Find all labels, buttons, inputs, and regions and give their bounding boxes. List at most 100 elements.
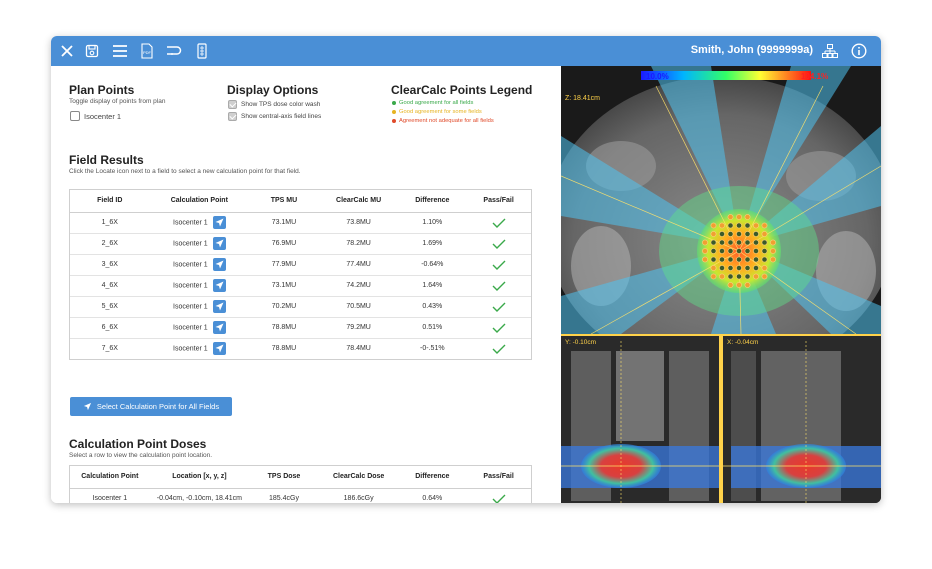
calculation-point-marker[interactable] [753,231,759,237]
col-tps-dose: TPS Dose [249,466,319,489]
calculation-point-marker[interactable] [736,282,742,288]
calculation-point-marker[interactable] [710,248,717,254]
display-options-title: Display Options [227,83,319,97]
calculation-point-marker[interactable] [761,256,768,263]
option-tps-color-wash[interactable]: Show TPS dose color wash [228,100,320,109]
locate-button[interactable] [212,237,226,250]
calculation-point-marker[interactable] [736,214,742,220]
locate-button[interactable] [212,279,226,292]
calculation-point-marker[interactable] [727,222,734,229]
calculation-point-marker[interactable] [744,256,751,263]
calculation-point-marker[interactable] [744,222,751,229]
network-icon[interactable] [819,40,841,62]
calculation-point-marker[interactable] [702,256,708,263]
calculation-point-marker[interactable] [710,222,717,229]
calculation-point-marker[interactable] [761,239,768,246]
legend-dot-green [392,101,396,105]
calculation-point-marker[interactable] [727,214,734,220]
isocenter-checkbox[interactable] [70,111,80,121]
calculation-point-marker[interactable] [761,265,768,271]
info-icon[interactable] [848,40,870,62]
table-row[interactable]: 5_6X Isocenter 1 70.2MU 70.5MU 0.43% [70,296,531,318]
calculation-point-marker[interactable] [710,239,717,246]
calculation-point-marker[interactable] [702,239,708,246]
calculation-point-marker[interactable] [719,248,725,254]
link-icon[interactable] [163,40,185,62]
calculation-point-marker[interactable] [719,222,725,229]
close-icon[interactable] [56,40,78,62]
calculation-point-marker[interactable] [744,282,751,288]
calculation-point-marker[interactable] [761,231,768,237]
locate-button[interactable] [212,321,226,334]
table-row[interactable]: 2_6X Isocenter 1 76.9MU 78.2MU 1.69% [70,233,531,255]
select-all-fields-button[interactable]: Select Calculation Point for All Fields [70,397,232,416]
locate-button[interactable] [212,300,226,313]
table-row[interactable]: 3_6X Isocenter 1 77.9MU 77.4MU -0.64% [70,254,531,276]
calculation-point-marker[interactable] [744,239,751,246]
dose-viewer[interactable]: 10.0% 104.1% Z: 18.41cm Y: -0.10cm X: -0… [561,66,881,503]
calculation-point-marker[interactable] [761,273,768,280]
calculation-point-marker[interactable] [753,222,759,229]
table-row[interactable]: 4_6X Isocenter 1 73.1MU 74.2MU 1.64% [70,275,531,297]
field-lines-checkbox[interactable] [228,112,237,121]
table-row[interactable]: 6_6X Isocenter 1 78.8MU 79.2MU 0.51% [70,317,531,339]
pass-fail-cell [466,317,531,339]
calculation-point-marker[interactable] [736,222,742,229]
calculation-point-marker[interactable] [736,256,742,263]
calculation-point-marker[interactable] [753,265,759,271]
plan-point-isocenter-1[interactable]: Isocenter 1 [70,111,121,121]
calculation-point-marker[interactable] [727,256,734,263]
calculation-point-marker[interactable] [744,248,751,254]
calculation-point-marker[interactable] [719,265,725,271]
tps-color-wash-checkbox[interactable] [228,100,237,109]
save-icon[interactable] [81,40,103,62]
table-row[interactable]: 7_6X Isocenter 1 78.8MU 78.4MU -0-.51% [70,338,531,359]
calculation-point-marker[interactable] [770,239,776,246]
calculation-point-marker[interactable] [736,273,742,280]
calculation-point-marker[interactable] [753,248,759,254]
calculation-point-marker[interactable] [770,256,776,263]
document-icon[interactable] [191,40,213,62]
colorbar-max-label: 104.1% [801,72,828,81]
calc-point-doses-title: Calculation Point Doses [69,437,207,451]
table-row[interactable]: 1_6X Isocenter 1 73.1MU 73.8MU 1.10% [70,212,531,234]
calculation-point-marker[interactable] [761,222,768,229]
calculation-point-marker[interactable] [727,231,734,237]
calculation-point-marker[interactable] [744,214,751,220]
calculation-point-marker[interactable] [710,273,717,280]
calculation-point-marker[interactable] [744,231,751,237]
calculation-point-marker[interactable] [761,248,768,254]
calculation-point-marker[interactable] [719,256,725,263]
locate-button[interactable] [212,342,226,356]
calculation-point-marker[interactable] [736,239,742,246]
calculation-point-marker[interactable] [719,231,725,237]
calculation-point-marker[interactable] [736,231,742,237]
calculation-point-marker[interactable] [727,273,734,280]
difference-cell: -0.64% [398,254,467,276]
calculation-point-marker[interactable] [702,248,708,254]
option-field-lines[interactable]: Show central-axis field lines [228,112,321,121]
calculation-point-marker[interactable] [710,256,717,263]
locate-button[interactable] [212,258,226,271]
calculation-point-marker[interactable] [744,265,751,271]
pdf-icon[interactable]: PDF [136,40,158,62]
calculation-point-marker[interactable] [727,248,734,254]
calculation-point-marker[interactable] [753,273,759,280]
calculation-point-marker[interactable] [719,239,725,246]
calculation-point-marker[interactable] [727,239,734,246]
calculation-point-marker[interactable] [710,265,717,271]
calculation-point-marker[interactable] [736,248,742,254]
calculation-point-marker[interactable] [727,265,734,271]
dose-viewer-canvas[interactable]: 10.0% 104.1% Z: 18.41cm Y: -0.10cm X: -0… [561,66,881,503]
calculation-point-marker[interactable] [753,256,759,263]
menu-icon[interactable] [109,40,131,62]
locate-button[interactable] [212,216,226,229]
calculation-point-marker[interactable] [710,231,717,237]
calculation-point-marker[interactable] [727,282,734,288]
table-row[interactable]: Isocenter 1 -0.04cm, -0.10cm, 18.41cm 185.… [70,488,531,503]
calculation-point-marker[interactable] [744,273,751,280]
calculation-point-marker[interactable] [736,265,742,271]
calculation-point-marker[interactable] [753,239,759,246]
calculation-point-marker[interactable] [770,248,776,254]
calculation-point-marker[interactable] [719,273,725,280]
